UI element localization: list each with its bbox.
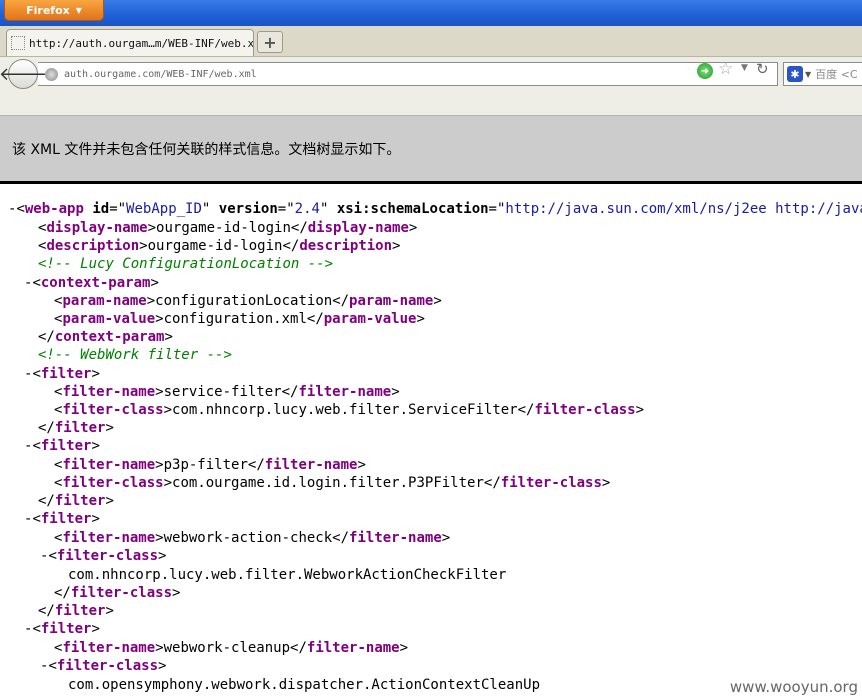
toolbar-spacer xyxy=(0,91,862,115)
tab-title: http://auth.ourgam…m/WEB-INF/web.xml xyxy=(29,36,254,50)
search-input[interactable]: 百度 <C xyxy=(815,66,857,82)
xml-line-filter-open: -<filter> xyxy=(24,438,100,454)
xml-line-filter-close: </filter> xyxy=(38,493,114,509)
navigation-bar: auth.ourgame.com/WEB-INF/web.xml 🡐 ➜ ☆ ▼… xyxy=(0,57,862,91)
tab-web-xml[interactable]: http://auth.ourgam…m/WEB-INF/web.xml xyxy=(6,29,254,56)
xml-tree: -<web-app id="WebApp_ID" version="2.4" x… xyxy=(0,200,862,698)
xml-line-filter-name: <filter-name>p3p-filter</filter-name> xyxy=(54,457,366,473)
xml-line-filter-class-close: </filter-class> xyxy=(54,585,181,601)
xml-line-filter-class-open: -<filter-class> xyxy=(40,548,167,564)
banner-divider xyxy=(0,181,862,184)
xml-line-filter-name: <filter-name>service-filter</filter-name… xyxy=(54,384,400,400)
xml-line-display-name: <display-name>ourgame-id-login</display-… xyxy=(38,220,418,236)
plus-icon: + xyxy=(263,32,277,52)
xml-line-filter-class-text: com.nhncorp.lucy.web.filter.WebworkActio… xyxy=(68,567,507,583)
xml-line-root-open: -<web-app id="WebApp_ID" version="2.4" x… xyxy=(8,201,862,217)
xml-line-filter-close: </filter> xyxy=(38,420,114,436)
xml-line-param-name: <param-name>configurationLocation</param… xyxy=(54,293,442,309)
engine-dropdown-icon[interactable]: ▼ xyxy=(805,70,811,79)
xml-line-filter-open: -<filter> xyxy=(24,511,100,527)
title-bar: Firefox ▼ xyxy=(0,0,862,26)
xml-line-filter-class: <filter-class>com.ourgame.id.login.filte… xyxy=(54,475,611,491)
xml-line-filter-open: -<filter> xyxy=(24,366,100,382)
xml-line-description: <description>ourgame-id-login</descripti… xyxy=(38,238,401,254)
back-button[interactable]: 🡐 xyxy=(0,59,47,89)
firefox-menu-button[interactable]: Firefox ▼ xyxy=(4,0,104,21)
xml-line-context-param-close: </context-param> xyxy=(38,329,173,345)
dropdown-icon[interactable]: ▼ xyxy=(741,63,748,73)
star-icon[interactable]: ☆ xyxy=(718,59,733,79)
go-icon[interactable]: ➜ xyxy=(697,63,713,79)
search-box[interactable]: ✱ ▼ 百度 <C xyxy=(783,62,862,86)
back-arrow-icon: 🡐 xyxy=(0,63,48,85)
search-engine-icon[interactable]: ✱ xyxy=(787,66,803,82)
xml-line-filter-name: <filter-name>webwork-cleanup</filter-nam… xyxy=(54,640,409,656)
xml-line-param-value: <param-value>configuration.xml</param-va… xyxy=(54,311,425,327)
address-bar[interactable]: auth.ourgame.com/WEB-INF/web.xml xyxy=(38,62,778,86)
reload-icon[interactable]: ↻ xyxy=(756,60,769,78)
xml-line-filter-class-text: com.opensymphony.webwork.dispatcher.Acti… xyxy=(68,677,541,693)
xml-line-filter-class-open: -<filter-class> xyxy=(40,658,167,674)
tab-strip: http://auth.ourgam…m/WEB-INF/web.xml + xyxy=(0,26,862,57)
xml-line-comment: <!-- WebWork filter --> xyxy=(38,347,232,363)
xml-line-filter-close: </filter> xyxy=(38,603,114,619)
firefox-menu-label: Firefox xyxy=(26,3,70,17)
xml-info-banner: 该 XML 文件并未包含任何关联的样式信息。文档树显示如下。 xyxy=(0,115,862,181)
xml-line-filter-name: <filter-name>webwork-action-check</filte… xyxy=(54,530,451,546)
xml-line-context-param-open: -<context-param> xyxy=(24,275,159,291)
watermark: www.wooyun.org xyxy=(727,678,860,696)
xml-line-filter-class: <filter-class>com.nhncorp.lucy.web.filte… xyxy=(54,402,645,418)
page-favicon-icon xyxy=(11,36,25,50)
banner-message: 该 XML 文件并未包含任何关联的样式信息。文档树显示如下。 xyxy=(12,142,401,158)
xml-line-comment: <!-- Lucy ConfigurationLocation --> xyxy=(38,256,334,272)
xml-line-filter-open: -<filter> xyxy=(24,621,100,637)
chevron-down-icon: ▼ xyxy=(75,5,82,15)
new-tab-button[interactable]: + xyxy=(257,31,283,53)
url-text[interactable]: auth.ourgame.com/WEB-INF/web.xml xyxy=(64,69,257,80)
